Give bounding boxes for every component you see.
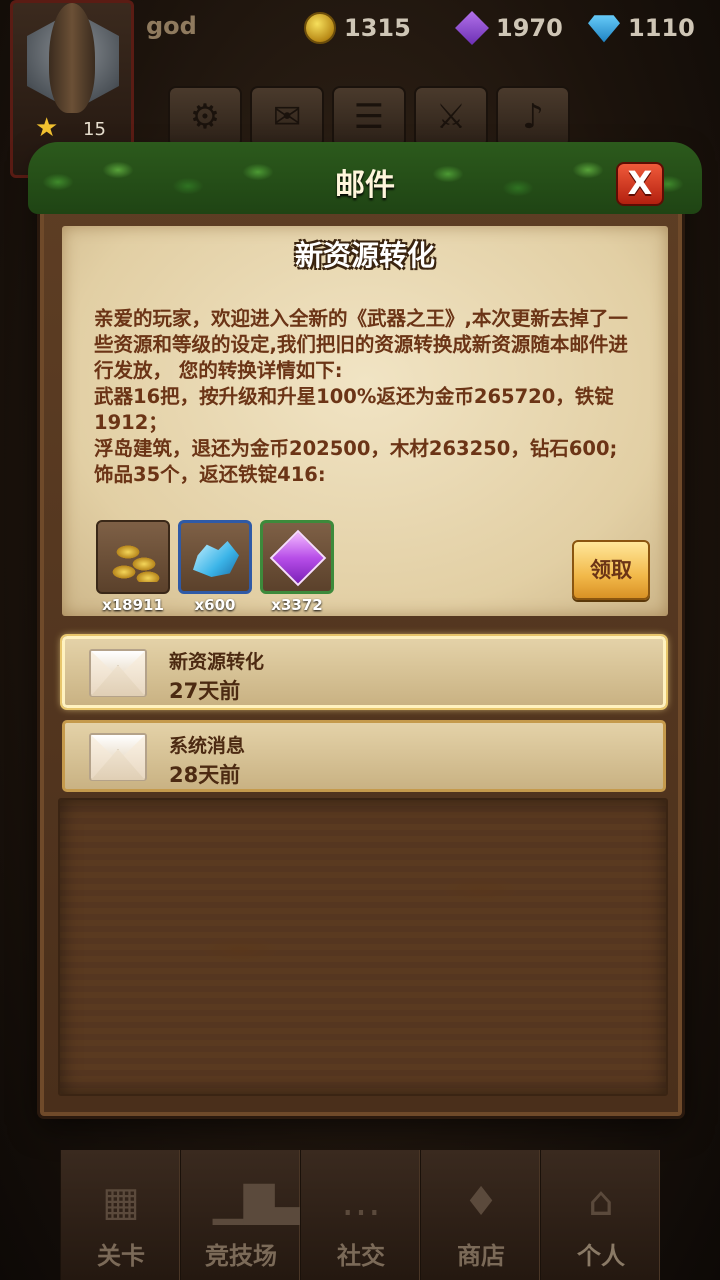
nav-label: 个人 [577, 1242, 625, 1270]
nav-social[interactable]: … 社交 [300, 1150, 420, 1280]
toolbar: ⚙ ✉ ☰ ⚔ ♪ [168, 86, 570, 148]
mail-list-empty-area [58, 798, 668, 1096]
mail-item-time: 27天前 [169, 679, 241, 703]
player-name: god [146, 12, 197, 40]
mail-body-line: 武器16把，按升级和升星100%返还为金币265720，铁锭1912； [94, 385, 614, 434]
nav-arena[interactable]: ▁▇▃ 竞技场 [180, 1150, 306, 1280]
diamond-plus-icon [588, 15, 620, 43]
bottom-nav: ▦ 关卡 ▁▇▃ 竞技场 … 社交 ♦ 商店 ⌂ 个人 [60, 1150, 660, 1280]
mail-content-panel: 新资源转化 亲爱的玩家，欢迎进入全新的《武器之王》,本次更新去掉了一些资源和等级… [62, 226, 668, 616]
settings-button[interactable]: ⚙ [168, 86, 242, 148]
nav-label: 竞技场 [205, 1242, 277, 1270]
top-hud: ★ 15 ♛ god 1315 1970 1110 ⚙ ✉ ☰ ⚔ ♪ [0, 0, 720, 178]
podium-icon: ▁▇▃ [213, 1179, 306, 1225]
purple-gem-icon [455, 11, 489, 45]
fish-icon [49, 3, 95, 113]
attachment-qty: x3372 [271, 596, 323, 614]
swords-icon: ⚔ [435, 97, 467, 137]
mail-list-item[interactable]: 系统消息 28天前 [62, 720, 666, 792]
nav-levels[interactable]: ▦ 关卡 [60, 1150, 180, 1280]
attachment-slot [178, 520, 252, 594]
coin-counter: 1315 [304, 10, 411, 46]
diamond-value: 1110 [628, 14, 695, 42]
attachment-item[interactable]: x18911 [96, 520, 170, 614]
mail-item-time: 28天前 [169, 763, 241, 787]
chat-icon: … [341, 1179, 381, 1225]
blue-crystal-icon [193, 541, 239, 577]
mail-subject: 新资源转化 [294, 239, 435, 272]
envelope-icon [89, 733, 147, 781]
list-button[interactable]: ☰ [332, 86, 406, 148]
nav-label: 关卡 [97, 1242, 145, 1270]
attachment-item[interactable]: x3372 [260, 520, 334, 614]
mail-item-title: 新资源转化 [169, 651, 265, 673]
attachment-qty: x600 [194, 596, 236, 614]
mail-item-title: 系统消息 [169, 735, 246, 757]
attachment-qty: x18911 [102, 596, 164, 614]
nav-label: 商店 [457, 1242, 505, 1270]
attachments: x18911 x600 x3372 [96, 520, 334, 614]
star-icon: ★ [35, 113, 59, 143]
purple-gem-icon [269, 529, 327, 587]
mail-dialog: 邮件 X 新资源转化 亲爱的玩家，欢迎进入全新的《武器之王》,本次更新去掉了一些… [28, 142, 702, 1116]
coin-icon [304, 12, 336, 44]
horn-icon: ♪ [522, 97, 544, 137]
attachment-item[interactable]: x600 [178, 520, 252, 614]
mail-list: 新资源转化 27天前 系统消息 28天前 [62, 636, 666, 804]
envelope-icon [89, 649, 147, 697]
gem-counter: 1970 [455, 10, 563, 46]
sword-icon: ♦ [463, 1179, 499, 1225]
close-button[interactable]: X [616, 162, 664, 206]
coin-value: 1315 [344, 14, 411, 42]
gold-coins-icon [108, 538, 160, 582]
house-icon: ⌂ [588, 1179, 614, 1225]
mail-body-line: 浮岛建筑，退还为金币202500，木材263250，钻石600; [94, 437, 618, 460]
diamond-counter[interactable]: 1110 [588, 10, 695, 46]
mail-body: 亲爱的玩家，欢迎进入全新的《武器之王》,本次更新去掉了一些资源和等级的设定,我们… [94, 306, 634, 488]
notice-button[interactable]: ♪ [496, 86, 570, 148]
battle-button[interactable]: ⚔ [414, 86, 488, 148]
claim-button[interactable]: 领取 [572, 540, 650, 600]
nav-shop[interactable]: ♦ 商店 [420, 1150, 540, 1280]
gear-icon: ⚙ [189, 97, 221, 137]
list-icon: ☰ [353, 97, 385, 137]
attachment-slot [96, 520, 170, 594]
nav-label: 社交 [337, 1242, 385, 1270]
mail-list-item[interactable]: 新资源转化 27天前 [62, 636, 666, 708]
attachment-slot [260, 520, 334, 594]
dialog-title: 邮件 [335, 168, 395, 203]
gem-value: 1970 [496, 14, 563, 42]
nav-profile[interactable]: ⌂ 个人 [540, 1150, 660, 1280]
mail-body-line: 亲爱的玩家，欢迎进入全新的《武器之王》,本次更新去掉了一些资源和等级的设定,我们… [94, 307, 628, 382]
mail-icon: ✉ [272, 97, 302, 137]
grid-icon: ▦ [102, 1179, 140, 1225]
mail-button[interactable]: ✉ [250, 86, 324, 148]
star-count: 15 [83, 119, 106, 140]
mail-body-line: 饰品35个，返还铁锭416: [94, 463, 326, 486]
